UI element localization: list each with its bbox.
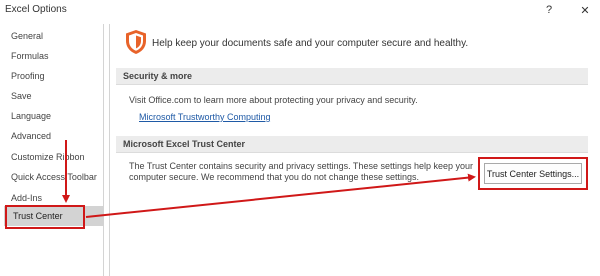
options-sidebar [4,24,104,276]
section-title: Microsoft Excel Trust Center [123,139,246,149]
security-description: Visit Office.com to learn more about pro… [129,95,418,105]
trust-center-section-header: Microsoft Excel Trust Center [116,136,588,153]
section-title: Security & more [123,71,193,81]
help-button[interactable]: ? [541,2,557,18]
sidebar-item-advanced[interactable]: Advanced [11,131,51,141]
sidebar-item-trust-center[interactable]: Trust Center [4,206,104,226]
trust-center-description-line-2: computer secure. We recommend that you d… [129,172,419,182]
close-button[interactable]: ✕ [577,2,593,18]
sidebar-item-label: Trust Center [13,211,63,221]
sidebar-item-quick-access-toolbar[interactable]: Quick Access Toolbar [11,172,97,182]
shield-icon [126,30,146,54]
dialog-title: Excel Options [5,4,67,15]
trustworthy-computing-link[interactable]: Microsoft Trustworthy Computing [139,112,271,122]
security-section-header: Security & more [116,68,588,85]
sidebar-item-general[interactable]: General [11,31,43,41]
sidebar-item-save[interactable]: Save [11,91,32,101]
trust-center-settings-button[interactable]: Trust Center Settings... [484,163,582,184]
trust-center-description-line-1: The Trust Center contains security and p… [129,161,474,171]
sidebar-item-customize-ribbon[interactable]: Customize Ribbon [11,152,85,162]
sidebar-item-add-ins[interactable]: Add-Ins [11,193,42,203]
sidebar-item-proofing[interactable]: Proofing [11,71,45,81]
sidebar-item-language[interactable]: Language [11,111,51,121]
excel-options-dialog: Excel Options ? ✕ General Formulas Proof… [0,0,600,276]
title-bar: Excel Options ? ✕ [0,0,600,20]
page-headline: Help keep your documents safe and your c… [152,38,469,49]
sidebar-item-formulas[interactable]: Formulas [11,51,49,61]
